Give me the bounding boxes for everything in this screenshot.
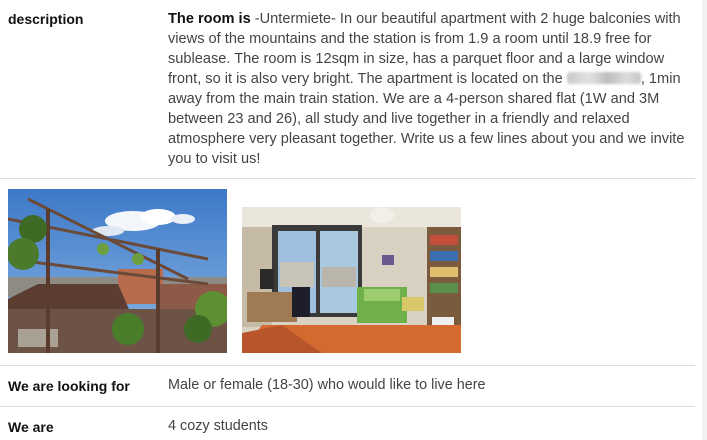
description-label: description	[8, 11, 84, 27]
description-lead: The room is	[168, 11, 251, 27]
room-photo[interactable]	[242, 207, 461, 353]
description-row: description The room is -Untermiete- In …	[0, 0, 695, 178]
we-are-label: We are	[8, 419, 54, 435]
balcony-photo[interactable]	[8, 189, 227, 353]
redacted-street-name	[566, 72, 641, 84]
we-are-value: 4 cozy students	[168, 418, 268, 434]
looking-for-label: We are looking for	[8, 378, 130, 394]
looking-for-row: We are looking for Male or female (18-30…	[0, 366, 695, 406]
looking-for-value: Male or female (18-30) who would like to…	[168, 377, 486, 393]
divider	[0, 178, 695, 179]
scrollbar-track[interactable]	[702, 0, 707, 440]
we-are-row: We are 4 cozy students	[0, 407, 695, 440]
description-text: The room is -Untermiete- In our beautifu…	[168, 9, 700, 169]
